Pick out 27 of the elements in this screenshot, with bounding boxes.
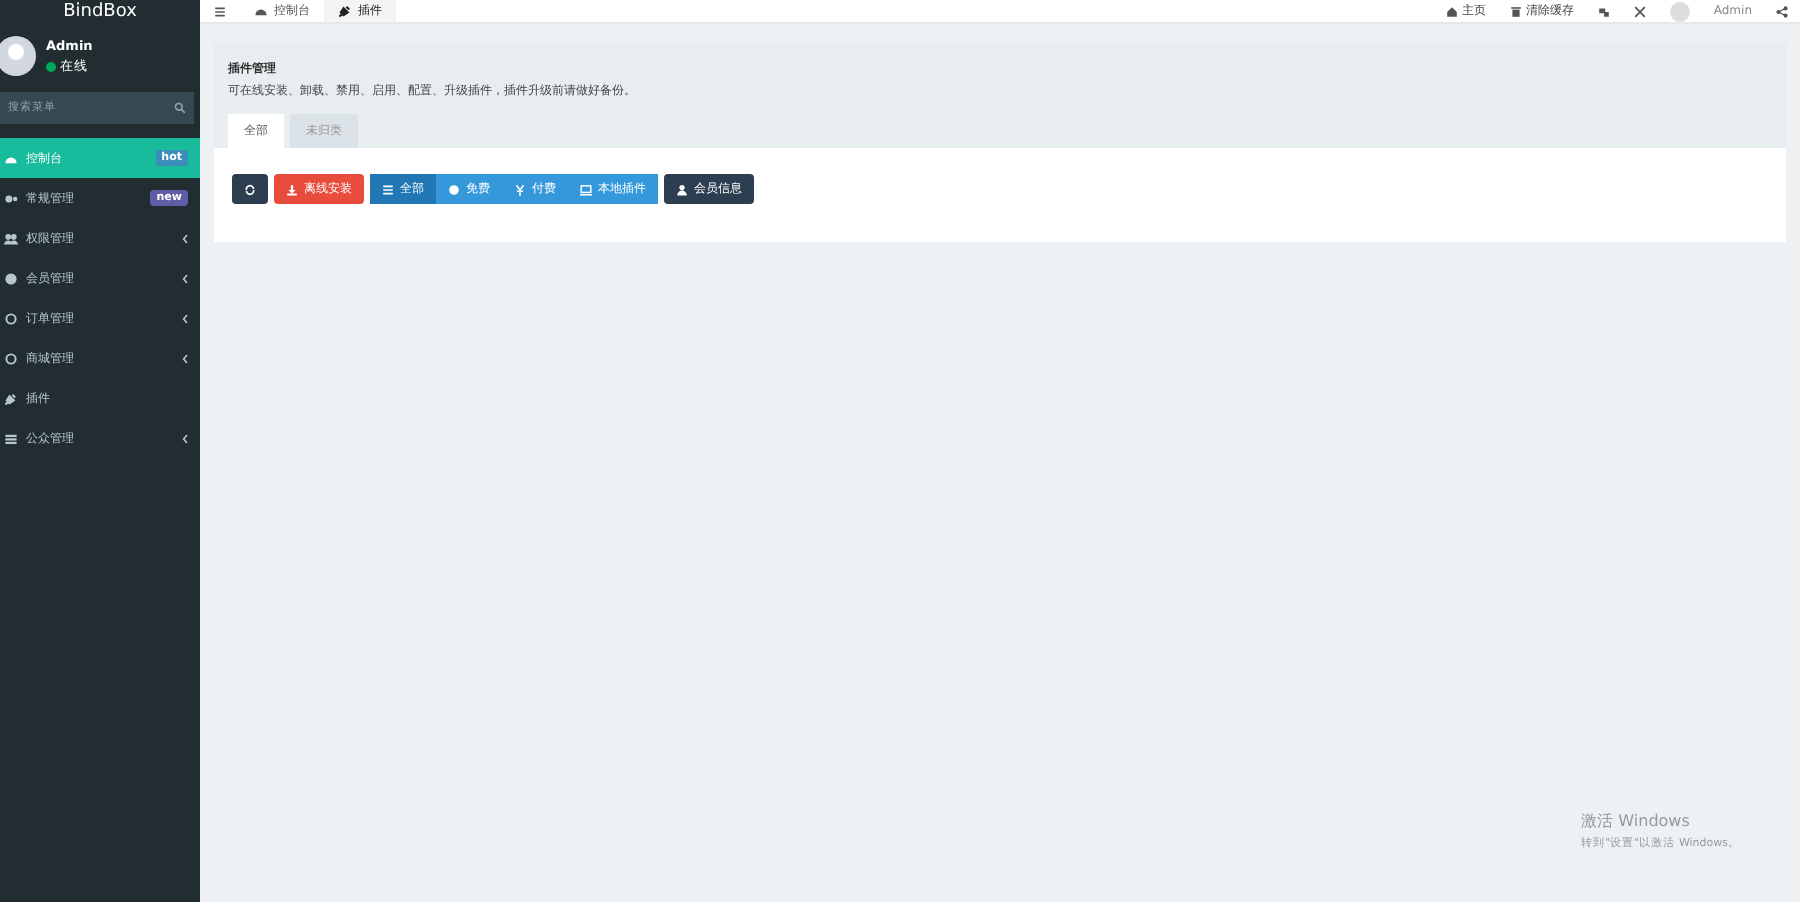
gears-icon: [4, 191, 18, 205]
laptop-icon: [580, 183, 592, 195]
refresh-icon: [244, 183, 256, 195]
list-icon: [4, 431, 18, 445]
download-icon: [286, 183, 298, 195]
search-icon: [174, 102, 186, 114]
circle-icon: [4, 311, 18, 325]
avatar: [0, 36, 36, 76]
trash-icon: [1509, 5, 1522, 17]
brand-logo[interactable]: BindBox: [63, 2, 137, 22]
yen-icon: [514, 183, 526, 195]
home-icon: [1445, 5, 1458, 17]
users-icon: [4, 231, 18, 245]
share-icon: [1776, 5, 1788, 17]
activation-title: 激活 Windows: [1581, 810, 1692, 832]
refresh-button[interactable]: [232, 174, 268, 204]
menu-icon: [214, 5, 226, 17]
plug-icon: [4, 391, 18, 405]
fullscreen-icon: [1633, 5, 1646, 17]
circle-icon: [4, 351, 18, 365]
list-icon: [382, 183, 394, 195]
status-dot: [46, 61, 56, 71]
user-icon: [676, 183, 688, 195]
dashboard-icon: [254, 4, 268, 18]
circle-icon: [448, 183, 460, 195]
plug-icon: [338, 4, 352, 18]
globe-icon: [4, 271, 18, 285]
